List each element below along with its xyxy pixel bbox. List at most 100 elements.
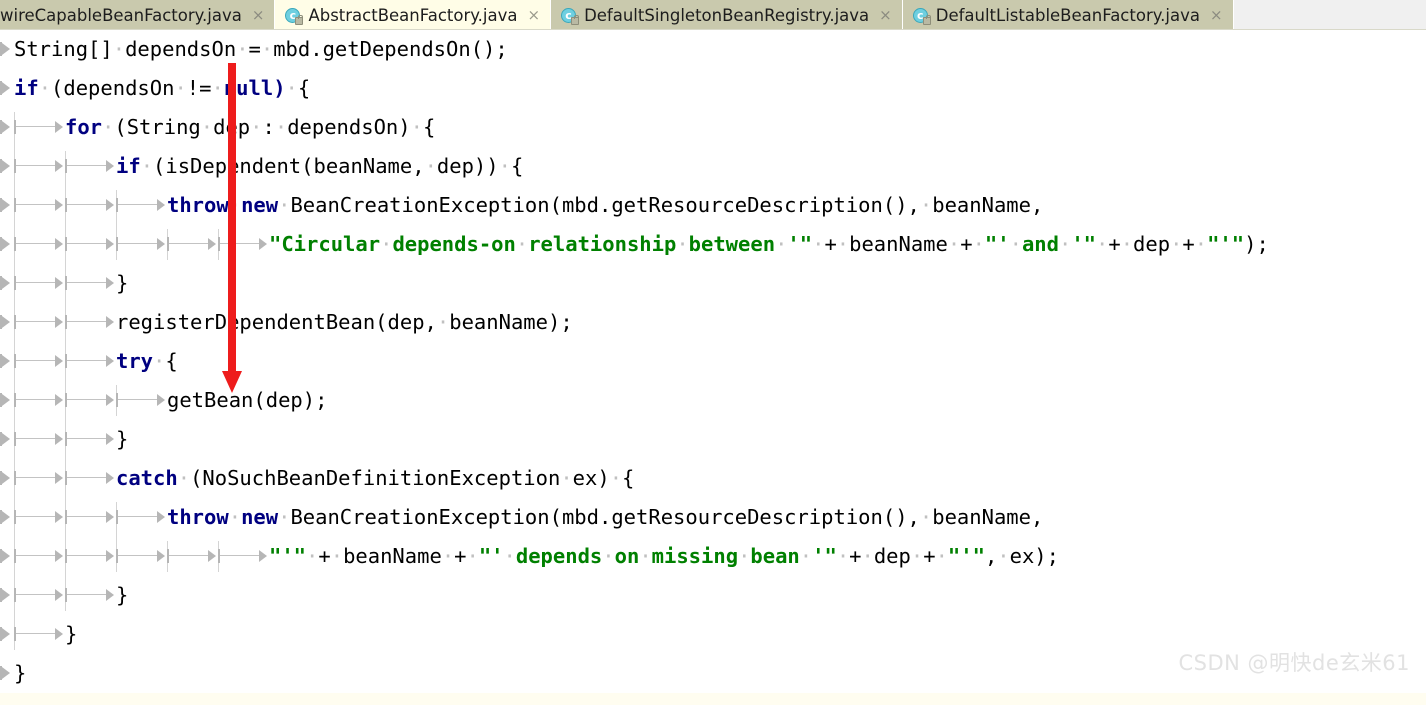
tab-arrow-icon [0, 303, 14, 342]
java-class-icon: c [912, 7, 931, 25]
indent-markers [0, 544, 269, 568]
tab-arrow-icon [65, 225, 116, 264]
tab-arrow-icon [14, 342, 65, 381]
whitespace-dot: · [140, 154, 154, 178]
indent-markers [0, 115, 65, 139]
code-text-token: { [297, 76, 311, 100]
code-keyword-token: catch [116, 466, 178, 490]
code-text-token: beanName [849, 232, 948, 256]
code-string-token: '" [1071, 232, 1096, 256]
code-editor-area[interactable]: String[]·dependsOn·=·mbd.getDependsOn();… [0, 30, 1426, 705]
code-line[interactable]: if·(dependsOn·!=·null)·{ [0, 69, 1426, 108]
indent-markers [0, 505, 167, 529]
code-line[interactable]: if·(isDependent(beanName,·dep))·{ [0, 147, 1426, 186]
code-line[interactable]: registerDependentBean(dep,·beanName); [0, 303, 1426, 342]
whitespace-dot: · [861, 544, 874, 568]
code-text-token: dependsOn) [287, 115, 411, 139]
whitespace-dot: · [738, 544, 751, 568]
editor-tab[interactable]: c DefaultSingletonBeanRegistry.java × [551, 0, 903, 29]
code-text-token: + [1108, 232, 1121, 256]
whitespace-dot: · [278, 193, 291, 217]
whitespace-dot: · [200, 115, 214, 139]
code-line[interactable]: } [0, 420, 1426, 459]
code-line[interactable]: getBean(dep); [0, 381, 1426, 420]
editor-tab[interactable]: wireCapableBeanFactory.java × [0, 0, 276, 29]
tab-bar-empty-space [1233, 0, 1426, 29]
code-keyword-token: if [116, 154, 141, 178]
indent-markers [0, 76, 14, 100]
indent-markers [0, 193, 167, 217]
code-string-token: on [614, 544, 640, 568]
whitespace-dot: · [609, 466, 623, 490]
code-string-token: "' [478, 544, 504, 568]
indent-markers [0, 154, 116, 178]
whitespace-dot: · [38, 76, 52, 100]
whitespace-dot: · [436, 310, 450, 334]
code-text-token: ex); [1009, 544, 1059, 568]
code-text-token: beanName, [932, 193, 1044, 217]
code-content[interactable]: String[]·dependsOn·=·mbd.getDependsOn();… [0, 30, 1426, 693]
code-text-token: { [422, 115, 436, 139]
editor-tab[interactable]: c AbstractBeanFactory.java × [275, 0, 552, 29]
indent-markers [0, 427, 116, 451]
code-text-token: + [849, 544, 862, 568]
tab-arrow-icon [218, 537, 269, 576]
code-line[interactable]: try·{ [0, 342, 1426, 381]
editor-window: wireCapableBeanFactory.java × c AbstractBea… [0, 0, 1426, 705]
close-icon[interactable]: × [526, 7, 541, 23]
code-line[interactable]: } [0, 264, 1426, 303]
whitespace-dot: · [639, 544, 652, 568]
code-text-token: BeanCreationException(mbd.getResourceDes… [290, 193, 920, 217]
code-text-token: + [1182, 232, 1195, 256]
tab-arrow-icon [65, 186, 116, 225]
tab-arrow-icon [14, 225, 65, 264]
code-line[interactable]: throw·new·BeanCreationException(mbd.getR… [0, 498, 1426, 537]
whitespace-dot: · [228, 505, 242, 529]
close-icon[interactable]: × [1209, 7, 1224, 23]
code-line[interactable]: throw·new·BeanCreationException(mbd.getR… [0, 186, 1426, 225]
code-line[interactable]: for·(String·dep·:·dependsOn)·{ [0, 108, 1426, 147]
code-string-token: depends [515, 544, 603, 568]
tab-arrow-icon [0, 654, 14, 693]
code-line[interactable]: "Circular·depends-on·relationship·betwee… [0, 225, 1426, 264]
code-line[interactable]: "'"·+·beanName·+·"'·depends·on·missing·b… [0, 537, 1426, 576]
code-keyword-token: null) [223, 76, 286, 100]
code-text-token: + [454, 544, 467, 568]
whitespace-dot: · [836, 544, 850, 568]
watermark-text: CSDN @明快de玄米61 [1178, 651, 1410, 675]
close-icon[interactable]: × [878, 7, 893, 23]
close-icon[interactable]: × [251, 7, 266, 23]
code-text-token: + [824, 232, 837, 256]
tab-arrow-icon [65, 459, 116, 498]
whitespace-dot: · [515, 232, 529, 256]
whitespace-dot: · [380, 232, 393, 256]
whitespace-dot: · [972, 232, 985, 256]
whitespace-dot: · [799, 544, 813, 568]
code-text-token: } [14, 661, 27, 685]
tab-arrow-icon [65, 303, 116, 342]
tab-arrow-icon [14, 303, 65, 342]
tab-arrow-icon [0, 30, 14, 69]
code-line[interactable]: String[]·dependsOn·=·mbd.getDependsOn(); [0, 30, 1426, 69]
tab-arrow-icon [14, 615, 65, 654]
whitespace-dot: · [112, 37, 126, 61]
code-line[interactable]: } [0, 576, 1426, 615]
code-line[interactable]: catch·(NoSuchBeanDefinitionException·ex)… [0, 459, 1426, 498]
code-string-token: '" [812, 544, 837, 568]
code-text-token: + [960, 232, 973, 256]
tab-arrow-icon [65, 420, 116, 459]
code-keyword-token: throw [167, 505, 229, 529]
code-text-token: = [248, 37, 261, 61]
whitespace-dot: · [1096, 232, 1109, 256]
whitespace-dot: · [306, 544, 319, 568]
whitespace-dot: · [1170, 232, 1183, 256]
code-string-token: "' [984, 232, 1010, 256]
indent-markers [0, 271, 116, 295]
whitespace-dot: · [174, 76, 187, 100]
editor-tab[interactable]: c DefaultListableBeanFactory.java × [902, 0, 1234, 29]
editor-tab-label: DefaultSingletonBeanRegistry.java [584, 5, 870, 25]
editor-tab-label: AbstractBeanFactory.java [308, 5, 518, 25]
tab-arrow-icon [65, 264, 116, 303]
whitespace-dot: · [919, 193, 933, 217]
code-text-token: beanName); [449, 310, 573, 334]
